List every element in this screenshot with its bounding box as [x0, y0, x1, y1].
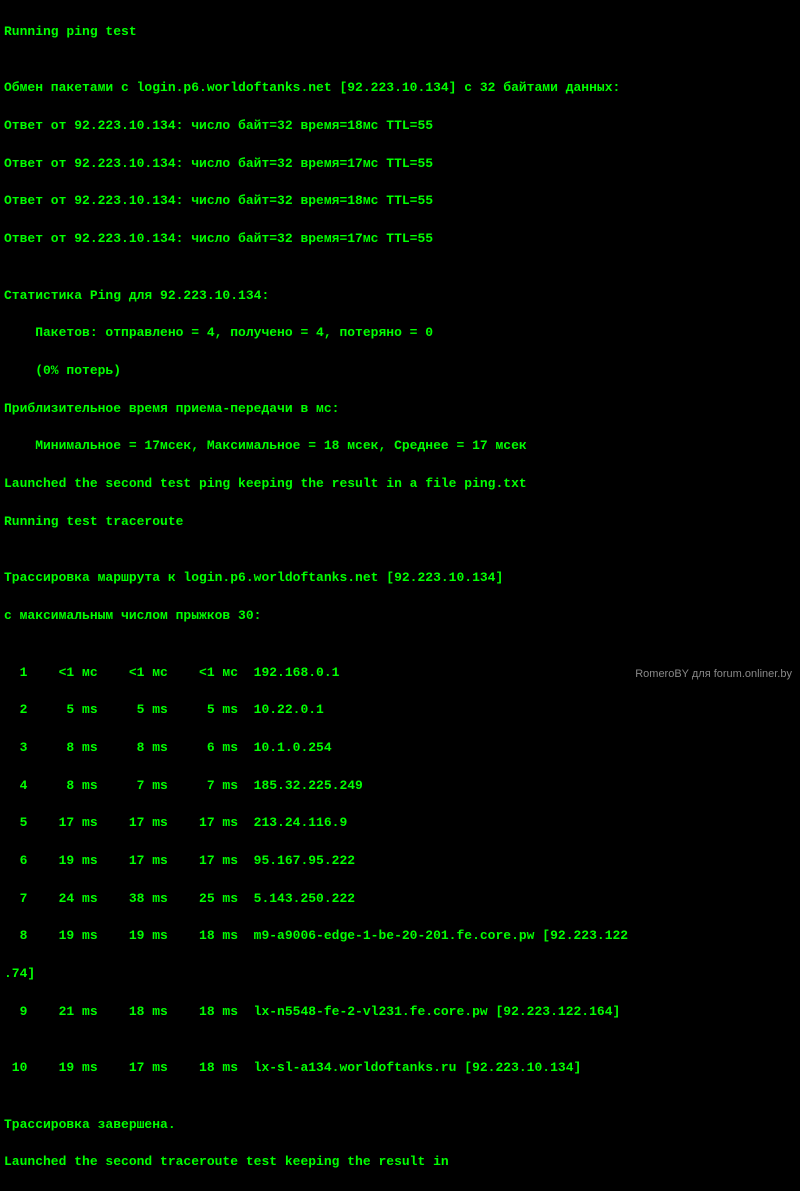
trace-hop: 6 19 ms 17 ms 17 ms 95.167.95.222 — [4, 852, 796, 871]
watermark: RomeroBY для forum.onliner.by — [635, 667, 792, 683]
ping-reply: Ответ от 92.223.10.134: число байт=32 вр… — [4, 117, 796, 136]
ping-reply: Ответ от 92.223.10.134: число байт=32 вр… — [4, 155, 796, 174]
launched-ping-line: Launched the second test ping keeping th… — [4, 475, 796, 494]
trace-hop: 7 24 ms 38 ms 25 ms 5.143.250.222 — [4, 890, 796, 909]
trace-target: Трассировка маршрута к login.p6.worldoft… — [4, 569, 796, 588]
trace-hop: 9 21 ms 18 ms 18 ms lx-n5548-fe-2-vl231.… — [4, 1003, 796, 1022]
ping-exchange-line: Обмен пакетами с login.p6.worldoftanks.n… — [4, 79, 796, 98]
trace-hops-max: с максимальным числом прыжков 30: — [4, 607, 796, 626]
ping-approx-values: Минимальное = 17мсек, Максимальное = 18 … — [4, 437, 796, 456]
traceroute-header: Running test traceroute — [4, 513, 796, 532]
terminal-output: Running ping test Обмен пакетами с login… — [4, 4, 796, 1191]
trace-hop: 4 8 ms 7 ms 7 ms 185.32.225.249 — [4, 777, 796, 796]
ping-header: Running ping test — [4, 23, 796, 42]
launched-trace-line: Launched the second traceroute test keep… — [4, 1153, 796, 1172]
ping-stats-loss: (0% потерь) — [4, 362, 796, 381]
trace-hop: 10 19 ms 17 ms 18 ms lx-sl-a134.worldoft… — [4, 1059, 796, 1078]
ping-approx-header: Приблизительное время приема-передачи в … — [4, 400, 796, 419]
trace-hop: 3 8 ms 8 ms 6 ms 10.1.0.254 — [4, 739, 796, 758]
trace-hop-continuation: .74] — [4, 965, 796, 984]
ping-reply: Ответ от 92.223.10.134: число байт=32 вр… — [4, 192, 796, 211]
trace-hop: 2 5 ms 5 ms 5 ms 10.22.0.1 — [4, 701, 796, 720]
trace-hop: 8 19 ms 19 ms 18 ms m9-a9006-edge-1-be-2… — [4, 927, 796, 946]
ping-stats-header: Статистика Ping для 92.223.10.134: — [4, 287, 796, 306]
ping-reply: Ответ от 92.223.10.134: число байт=32 вр… — [4, 230, 796, 249]
trace-done: Трассировка завершена. — [4, 1116, 796, 1135]
trace-hop: 5 17 ms 17 ms 17 ms 213.24.116.9 — [4, 814, 796, 833]
ping-stats-packets: Пакетов: отправлено = 4, получено = 4, п… — [4, 324, 796, 343]
